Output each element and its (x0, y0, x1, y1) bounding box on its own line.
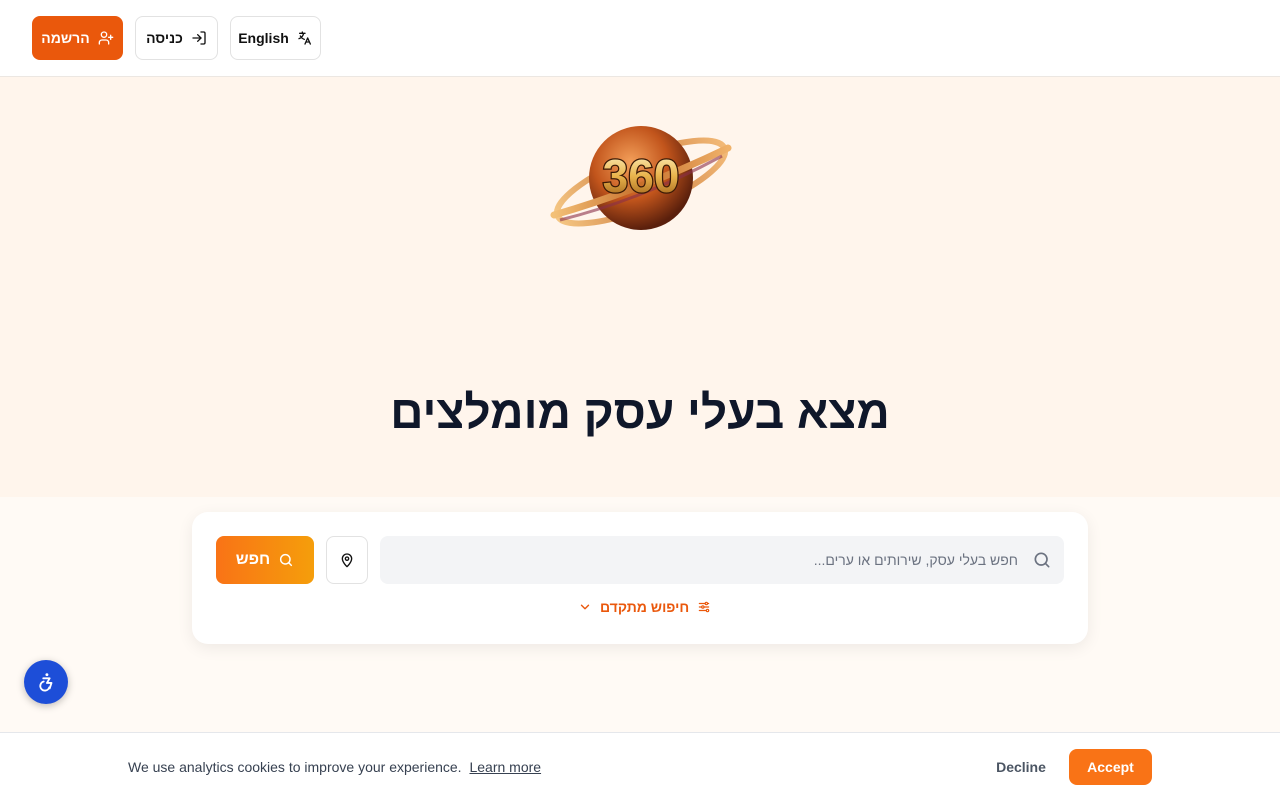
learn-more-link[interactable]: Learn more (469, 759, 541, 775)
login-button[interactable]: כניסה (135, 16, 218, 60)
translate-icon (298, 31, 311, 45)
saturn-360-logo: 360 (550, 126, 732, 230)
cookie-message-row: We use analytics cookies to improve your… (128, 759, 541, 775)
register-label: הרשמה (41, 30, 90, 46)
search-button-label: חפש (235, 551, 271, 568)
accessibility-icon (39, 673, 53, 692)
search-field-icon (1034, 552, 1050, 568)
search-icon (280, 553, 293, 567)
cookie-banner: We use analytics cookies to improve your… (0, 732, 1280, 800)
top-header: הרשמה כניסה English (0, 0, 1280, 77)
user-plus-icon (98, 31, 114, 45)
search-field (380, 536, 1064, 584)
page-title: מצא בעלי עסק מומלצים (390, 386, 890, 438)
cookie-message: We use analytics cookies to improve your… (128, 759, 462, 775)
search-card: חפש חיפוש מתקדם (192, 512, 1088, 644)
location-button[interactable] (326, 536, 368, 584)
log-in-icon (192, 31, 206, 45)
map-pin-icon (341, 553, 353, 568)
language-button[interactable]: English (230, 16, 321, 60)
register-button[interactable]: הרשמה (32, 16, 123, 60)
accessibility-button[interactable] (24, 660, 68, 704)
advanced-search-toggle[interactable]: חיפוש מתקדם (578, 598, 711, 616)
search-input[interactable] (392, 536, 1018, 584)
chevron-down-icon (580, 604, 590, 610)
language-label: English (238, 30, 289, 46)
logo-text: 360 (603, 150, 680, 202)
advanced-search-label: חיפוש מתקדם (600, 599, 690, 615)
search-button[interactable]: חפש (216, 536, 314, 584)
decline-button[interactable]: Decline (986, 749, 1056, 785)
accept-button[interactable]: Accept (1069, 749, 1152, 785)
sliders-icon (698, 601, 710, 613)
login-label: כניסה (146, 30, 183, 46)
